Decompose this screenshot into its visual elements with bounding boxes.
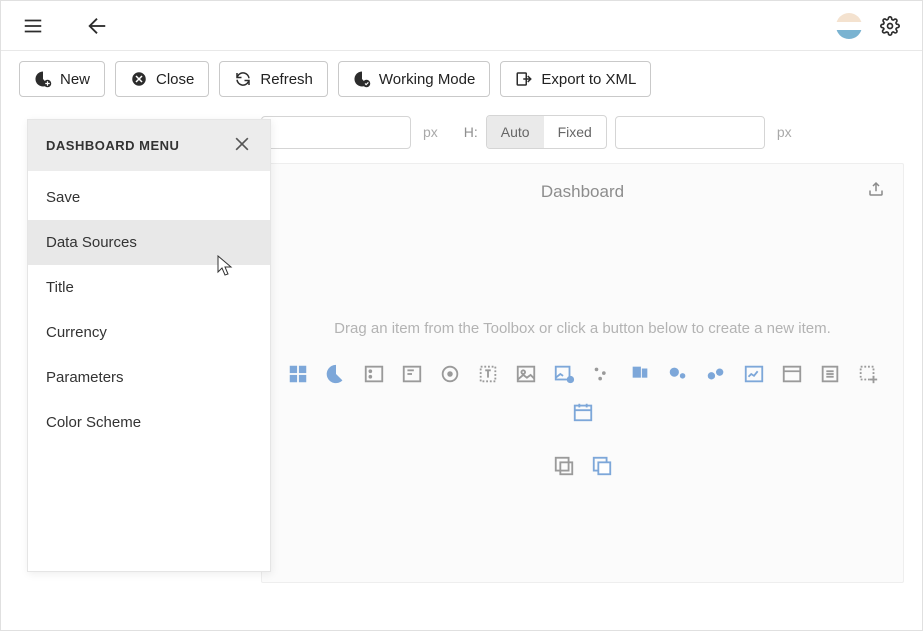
menu-item-currency[interactable]: Currency xyxy=(28,310,270,355)
height-mode-segment: Auto Fixed xyxy=(486,115,607,149)
action-toolbar: New Close Refresh Working Mode Export to… xyxy=(1,51,922,107)
refresh-label: Refresh xyxy=(260,71,313,88)
date-tool-icon[interactable] xyxy=(572,401,594,423)
bubble2-tool-icon[interactable] xyxy=(705,363,727,385)
dashboard-canvas: Dashboard Drag an item from the Toolbox … xyxy=(261,163,904,583)
height-label: H: xyxy=(458,124,478,140)
bubble-tool-icon[interactable] xyxy=(667,363,689,385)
scatter-tool-icon[interactable] xyxy=(591,363,613,385)
menu-item-title[interactable]: Title xyxy=(28,265,270,310)
hamburger-icon[interactable] xyxy=(13,6,53,46)
working-mode-label: Working Mode xyxy=(379,71,475,88)
close-button[interactable]: Close xyxy=(115,61,209,97)
width-input[interactable] xyxy=(261,116,411,149)
width-unit: px xyxy=(423,124,438,140)
card-tool-icon[interactable] xyxy=(363,363,385,385)
export-xml-button[interactable]: Export to XML xyxy=(500,61,651,97)
menu-item-color-scheme[interactable]: Color Scheme xyxy=(28,400,270,445)
back-arrow-icon[interactable] xyxy=(77,6,117,46)
tabbed-group-tool-icon[interactable] xyxy=(591,455,613,477)
gauge-tool-icon[interactable] xyxy=(401,363,423,385)
menu-item-data-sources[interactable]: Data Sources xyxy=(28,220,270,265)
toolbox-grid xyxy=(283,363,883,477)
pie-tool-icon[interactable] xyxy=(325,363,347,385)
listbox-tool-icon[interactable] xyxy=(819,363,841,385)
gear-icon[interactable] xyxy=(870,6,910,46)
treemap-tool-icon[interactable] xyxy=(629,363,651,385)
close-icon[interactable] xyxy=(232,134,252,157)
avatar[interactable] xyxy=(836,13,862,39)
dashboard-menu-panel: DASHBOARD MENU Save Data Sources Title C… xyxy=(27,119,271,572)
grid-tool-icon[interactable] xyxy=(287,363,309,385)
list-tool-icon[interactable] xyxy=(781,363,803,385)
refresh-button[interactable]: Refresh xyxy=(219,61,328,97)
text-tool-icon[interactable] xyxy=(477,363,499,385)
add-container-tool-icon[interactable] xyxy=(857,363,879,385)
image-add-tool-icon[interactable] xyxy=(553,363,575,385)
empty-placeholder-text: Drag an item from the Toolbox or click a… xyxy=(262,320,903,337)
menu-title: DASHBOARD MENU xyxy=(46,138,179,153)
image-tool-icon[interactable] xyxy=(515,363,537,385)
height-auto-option[interactable]: Auto xyxy=(487,116,544,148)
dashboard-title: Dashboard xyxy=(541,182,624,202)
group-tool-icon[interactable] xyxy=(553,455,575,477)
export-icon[interactable] xyxy=(867,180,885,203)
menu-item-parameters[interactable]: Parameters xyxy=(28,355,270,400)
height-input[interactable] xyxy=(615,116,765,149)
circle-tool-icon[interactable] xyxy=(439,363,461,385)
new-label: New xyxy=(60,71,90,88)
new-button[interactable]: New xyxy=(19,61,105,97)
height-fixed-option[interactable]: Fixed xyxy=(544,116,606,148)
range-tool-icon[interactable] xyxy=(743,363,765,385)
height-unit: px xyxy=(777,124,792,140)
export-xml-label: Export to XML xyxy=(541,71,636,88)
menu-item-save[interactable]: Save xyxy=(28,175,270,220)
top-bar xyxy=(1,1,922,51)
close-label: Close xyxy=(156,71,194,88)
working-mode-button[interactable]: Working Mode xyxy=(338,61,490,97)
